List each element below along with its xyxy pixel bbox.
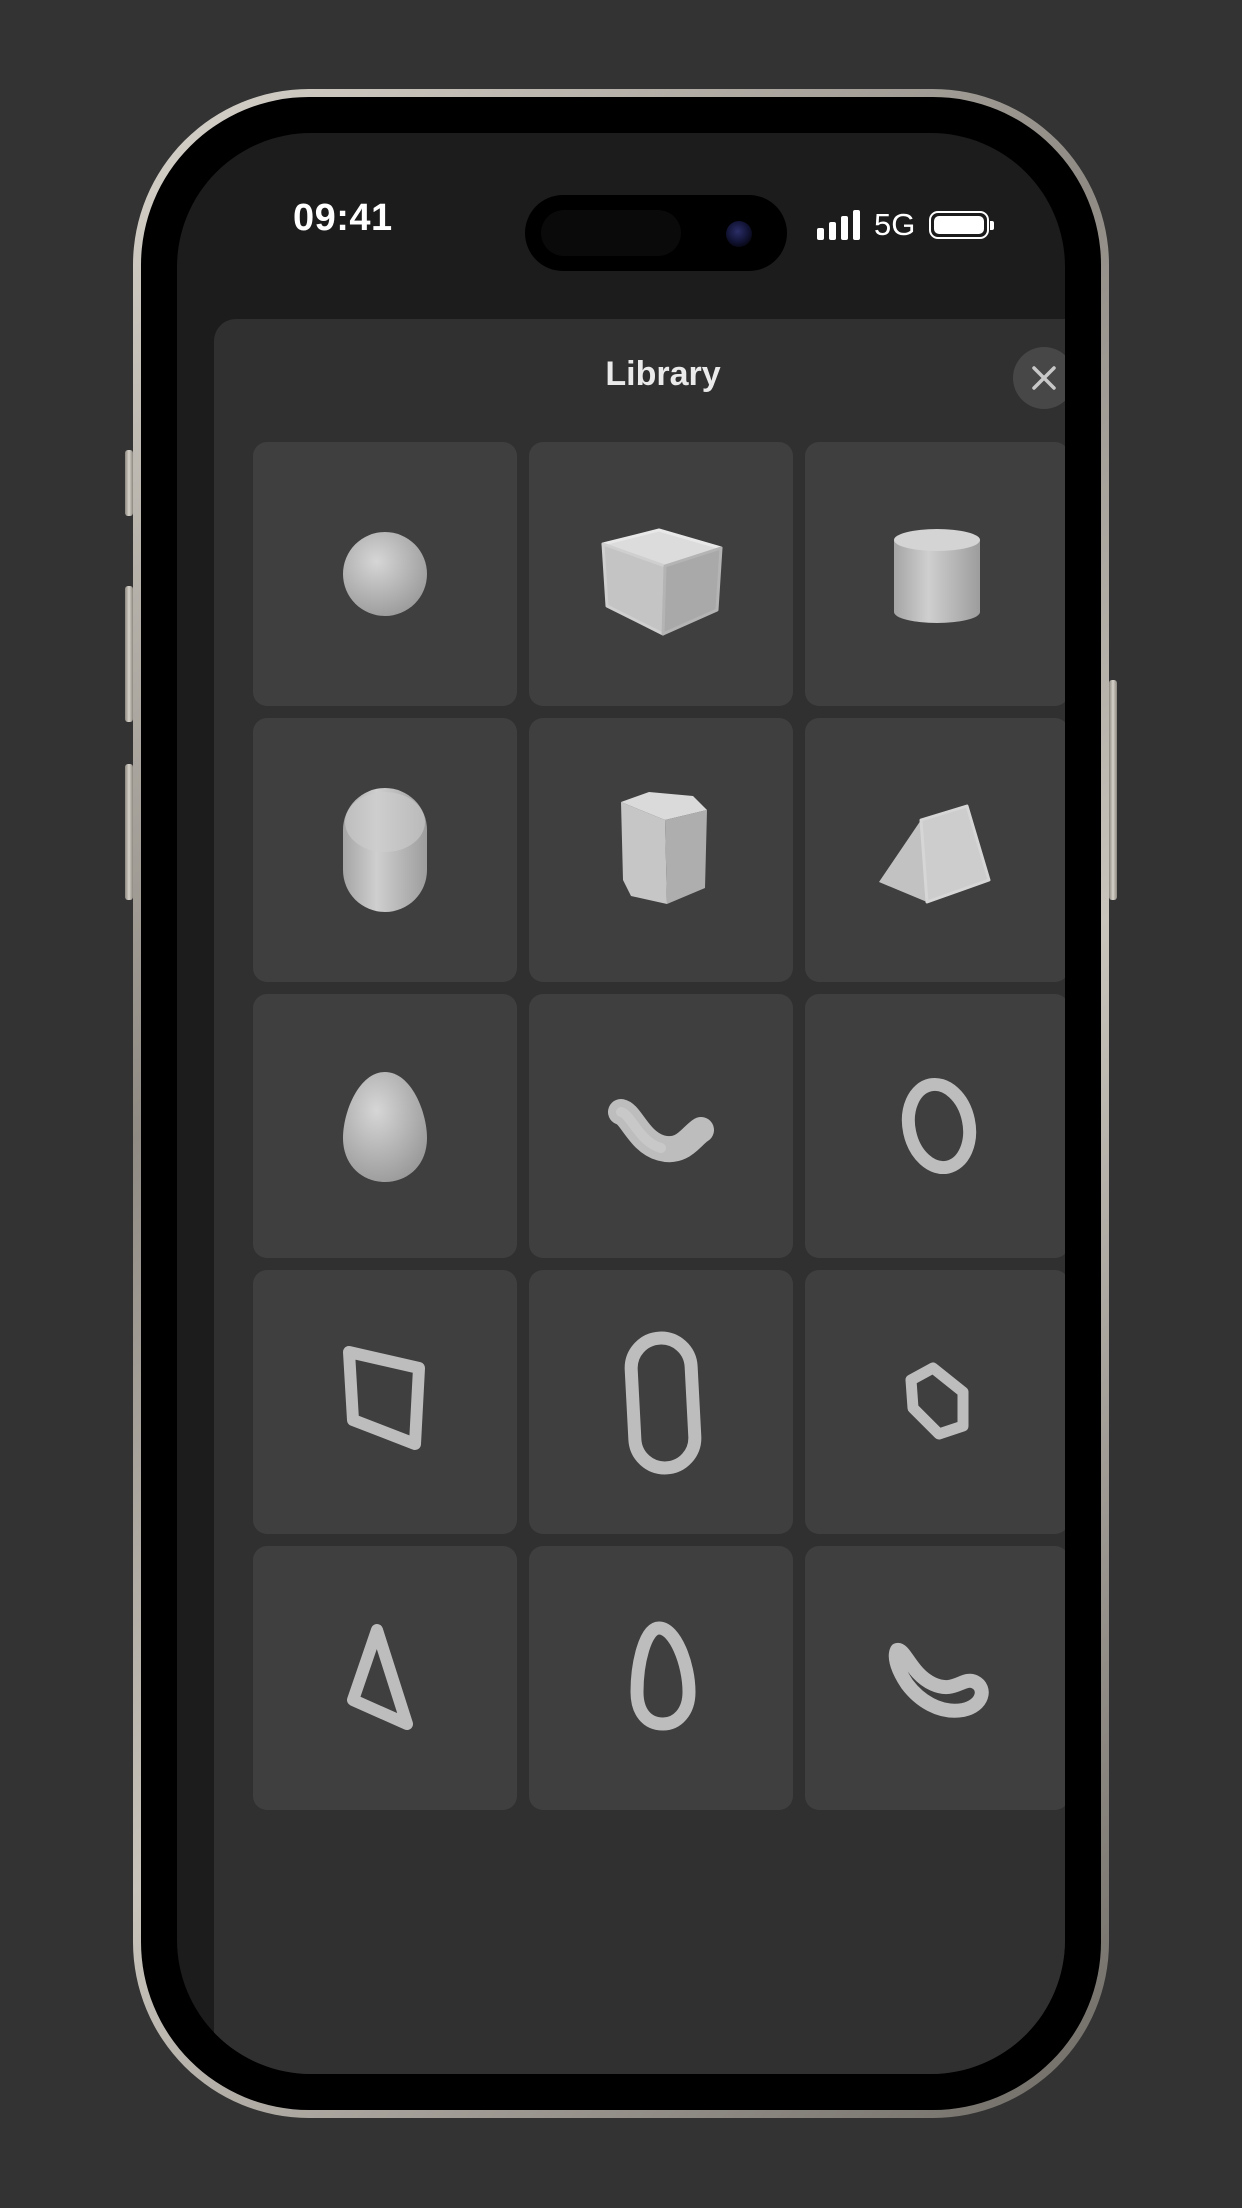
triangular-prism-icon xyxy=(879,804,991,904)
volume-up-button[interactable] xyxy=(125,586,133,722)
library-item-square-loop[interactable] xyxy=(253,1270,517,1534)
triangle-loop-icon xyxy=(347,1624,413,1730)
power-button[interactable] xyxy=(1109,680,1117,900)
phone-screen: 09:41 5G Library xyxy=(177,133,1065,2074)
capsule-icon xyxy=(343,788,427,912)
curved-tube-icon xyxy=(608,1099,714,1163)
cube-icon xyxy=(601,528,723,636)
library-item-cylinder[interactable] xyxy=(805,442,1065,706)
library-item-pentagonal-prism[interactable] xyxy=(529,718,793,982)
library-item-capsule[interactable] xyxy=(253,718,517,982)
phone-bezel: 09:41 5G Library xyxy=(141,97,1101,2110)
close-icon xyxy=(1032,366,1056,390)
volume-down-button[interactable] xyxy=(125,764,133,900)
phone-frame: 09:41 5G Library xyxy=(133,89,1109,2118)
pentagonal-prism-icon xyxy=(621,792,707,904)
library-item-hexagon-loop[interactable] xyxy=(805,1270,1065,1534)
library-item-triangular-prism[interactable] xyxy=(805,718,1065,982)
library-sheet: Library xyxy=(214,319,1065,2074)
bean-tube-icon xyxy=(888,1643,989,1718)
oval-loop-icon xyxy=(624,1331,702,1475)
battery-icon xyxy=(929,211,995,239)
sheet-title: Library xyxy=(605,355,721,393)
network-label: 5G xyxy=(874,207,916,242)
library-item-bean-tube[interactable] xyxy=(805,1546,1065,1810)
dynamic-island xyxy=(525,195,787,271)
library-item-egg[interactable] xyxy=(253,994,517,1258)
library-item-sphere[interactable] xyxy=(253,442,517,706)
cylinder-icon xyxy=(894,529,980,623)
library-item-triangle-loop[interactable] xyxy=(253,1546,517,1810)
camera-icon xyxy=(726,221,752,247)
action-button[interactable] xyxy=(125,450,133,516)
library-item-curved-tube[interactable] xyxy=(529,994,793,1258)
signal-icon xyxy=(817,210,860,240)
hexagon-loop-icon xyxy=(905,1362,969,1440)
close-button[interactable] xyxy=(1013,347,1065,409)
library-item-oval-loop[interactable] xyxy=(529,1270,793,1534)
library-item-torus-ring[interactable] xyxy=(805,994,1065,1258)
torus-ring-icon xyxy=(901,1077,977,1175)
status-indicators: 5G xyxy=(817,207,995,242)
sphere-icon xyxy=(343,532,427,616)
sensor-pill xyxy=(541,210,681,256)
egg-icon xyxy=(343,1072,427,1182)
library-item-cube[interactable] xyxy=(529,442,793,706)
library-item-egg-loop[interactable] xyxy=(529,1546,793,1810)
status-time: 09:41 xyxy=(293,197,393,239)
egg-loop-icon xyxy=(630,1621,696,1731)
square-loop-icon xyxy=(343,1346,425,1450)
